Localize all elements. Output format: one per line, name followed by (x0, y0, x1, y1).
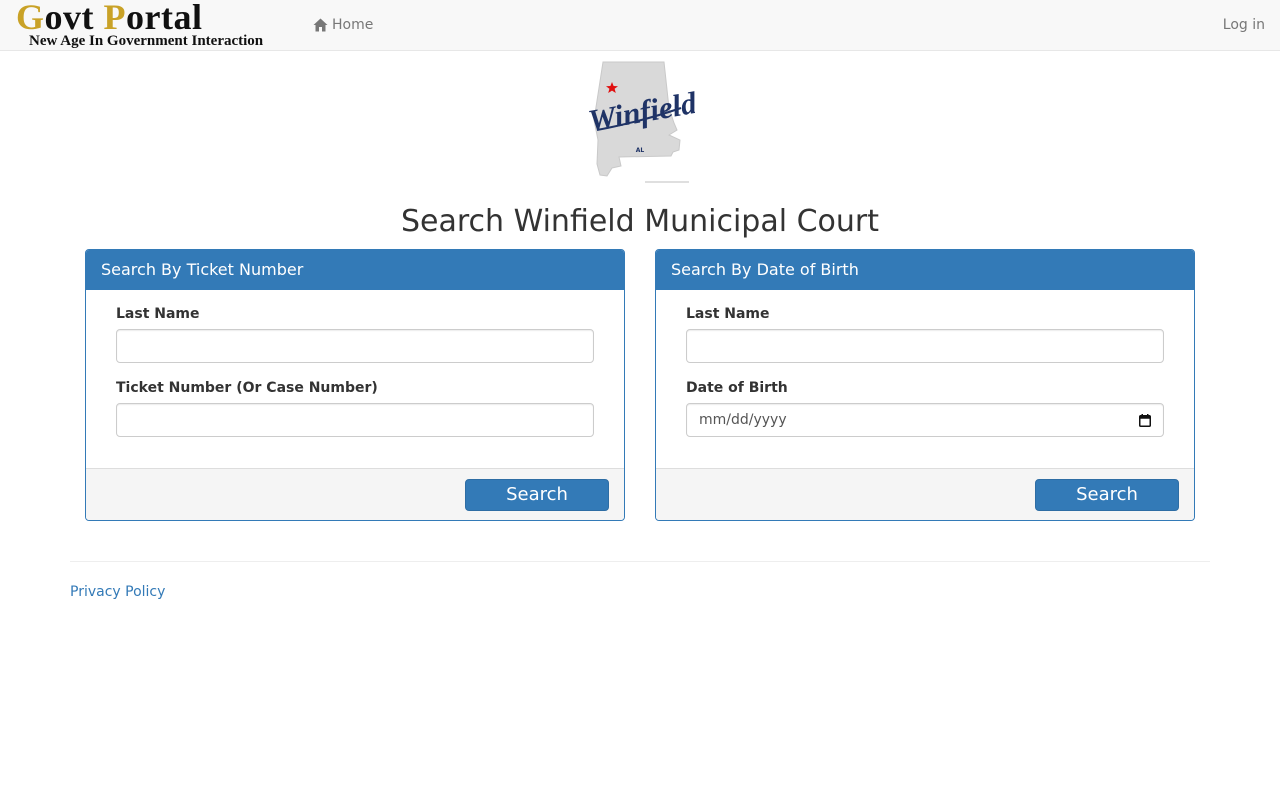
ticket-number-label: Ticket Number (Or Case Number) (116, 380, 378, 396)
city-logo-graphic: Winfield AL (585, 61, 699, 183)
dob-label: Date of Birth (686, 380, 788, 396)
nav-home-link[interactable]: Home (313, 15, 373, 35)
ticket-panel-heading: Search By Ticket Number (86, 250, 624, 290)
privacy-policy-link[interactable]: Privacy Policy (70, 582, 165, 602)
city-logo: Winfield AL (585, 60, 699, 186)
dob-panel-footer: Search (656, 468, 1194, 520)
login-link[interactable]: Log in (1223, 15, 1265, 35)
dob-panel-body: Last Name Date of Birth mm/dd/yyyy (656, 290, 1194, 468)
footer-divider (70, 561, 1210, 562)
brand-logo[interactable]: Govt Portal New Age In Government Intera… (16, 0, 286, 50)
brand-tagline: New Age In Government Interaction (29, 33, 264, 49)
nav-home-label: Home (332, 17, 374, 33)
dob-last-name-input[interactable] (686, 329, 1164, 363)
dob-panel-heading: Search By Date of Birth (656, 250, 1194, 290)
ticket-last-name-input[interactable] (116, 329, 594, 363)
logo-state: AL (636, 147, 645, 154)
dob-search-panel: Search By Date of Birth Last Name Date o… (655, 249, 1195, 521)
ticket-search-panel: Search By Ticket Number Last Name Ticket… (85, 249, 625, 521)
dob-date-placeholder: mm/dd/yyyy (699, 412, 787, 428)
home-icon (313, 18, 328, 32)
page-title: Search Winfield Municipal Court (400, 204, 879, 239)
ticket-number-input[interactable] (116, 403, 594, 437)
dob-search-button[interactable]: Search (1035, 479, 1179, 511)
dob-date-input[interactable]: mm/dd/yyyy (686, 403, 1164, 437)
navbar: Govt Portal New Age In Government Intera… (0, 0, 1280, 51)
ticket-panel-footer: Search (86, 468, 624, 520)
ticket-panel-body: Last Name Ticket Number (Or Case Number) (86, 290, 624, 468)
calendar-icon[interactable] (1139, 413, 1151, 427)
ticket-last-name-label: Last Name (116, 306, 200, 322)
dob-last-name-label: Last Name (686, 306, 770, 322)
ticket-search-button[interactable]: Search (465, 479, 609, 511)
